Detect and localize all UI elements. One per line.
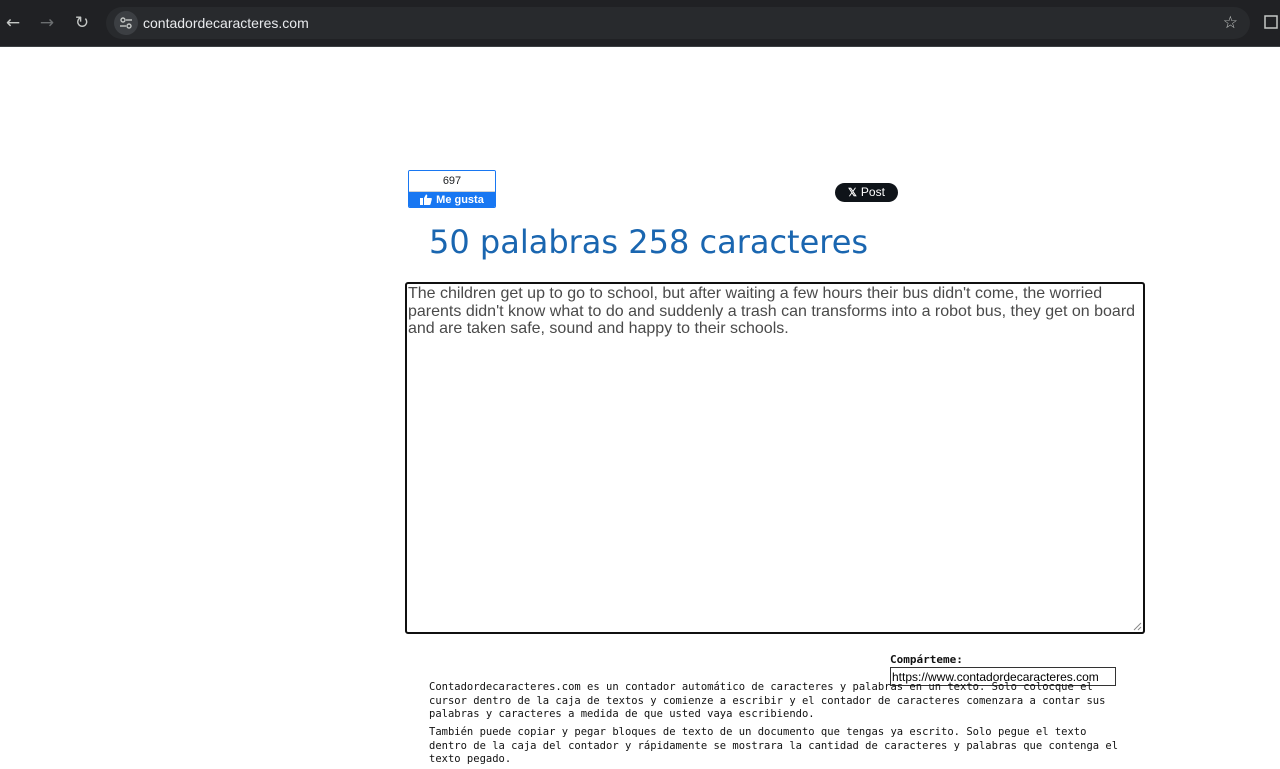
text-input-area[interactable]: The children get up to go to school, but… bbox=[405, 282, 1145, 634]
x-post-label: Post bbox=[860, 185, 885, 199]
thumbs-up-icon bbox=[420, 194, 433, 205]
forward-arrow-icon[interactable]: → bbox=[34, 10, 60, 36]
reload-icon[interactable]: ↻ bbox=[69, 10, 95, 36]
description-paragraph: Contadordecaracteres.com es un contador … bbox=[429, 681, 1106, 720]
resize-grip-icon[interactable] bbox=[1133, 622, 1142, 631]
like-label: Me gusta bbox=[436, 194, 484, 206]
facebook-like-widget[interactable]: 697 Me gusta bbox=[408, 170, 496, 208]
counter-heading: 50 palabras 258 caracteres bbox=[429, 223, 869, 261]
address-bar[interactable]: contadordecaracteres.com ☆ bbox=[106, 7, 1250, 39]
like-count: 697 bbox=[409, 171, 495, 192]
x-logo-icon: 𝕏 bbox=[848, 187, 857, 199]
back-arrow-icon[interactable]: ← bbox=[0, 10, 26, 36]
url-text[interactable]: contadordecaracteres.com bbox=[143, 7, 309, 39]
extension-icon[interactable] bbox=[1264, 13, 1280, 33]
x-post-button[interactable]: 𝕏 Post bbox=[835, 183, 898, 202]
description-paragraph: También puede copiar y pegar bloques de … bbox=[429, 726, 1119, 765]
browser-toolbar: ← → ↻ contadordecaracteres.com ☆ bbox=[0, 0, 1280, 47]
tune-icon[interactable] bbox=[114, 11, 138, 35]
like-button[interactable]: Me gusta bbox=[409, 192, 495, 207]
share-label: Compárteme: bbox=[890, 653, 963, 666]
star-icon[interactable]: ☆ bbox=[1223, 7, 1238, 39]
